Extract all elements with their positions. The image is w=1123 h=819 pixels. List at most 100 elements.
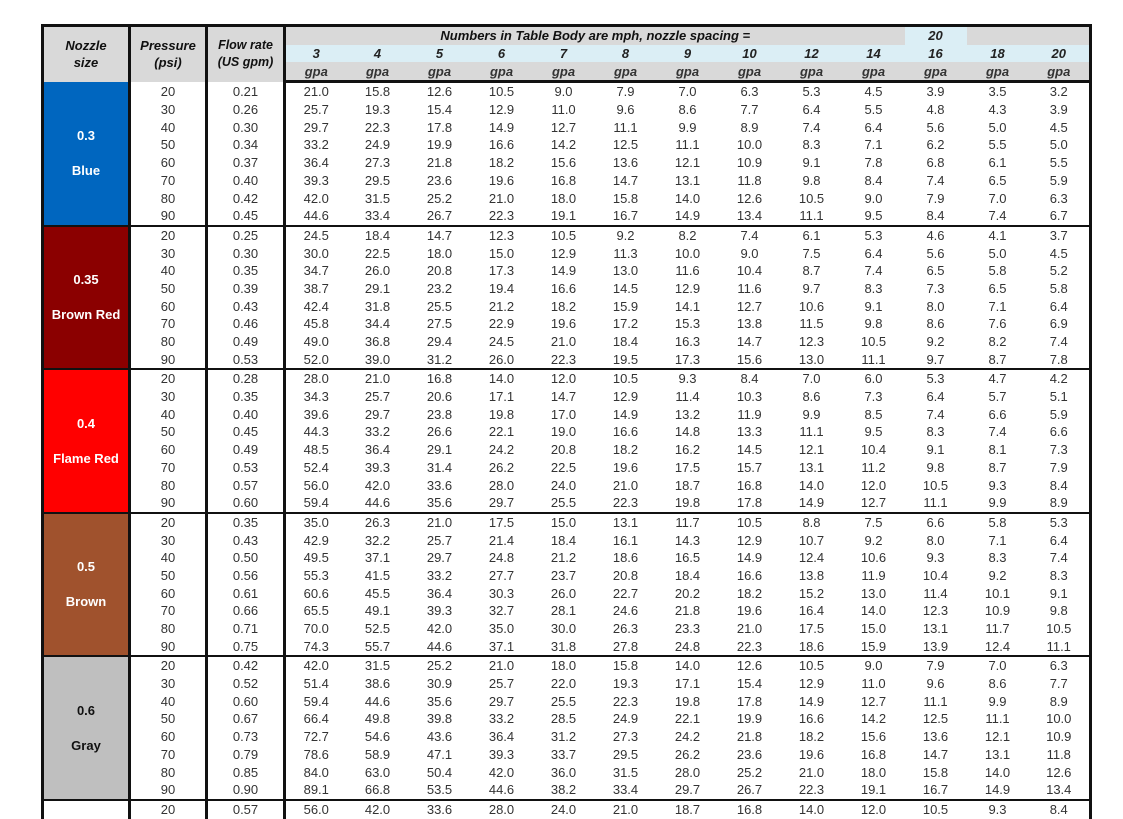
nozzle-size-cell: 0.6 Gray — [41, 656, 131, 801]
nozzle-color-name: Flame Red — [53, 450, 119, 466]
speed-value-cell: 26.3 — [612, 621, 639, 637]
nozzle-spacing-value[interactable]: 20 — [904, 23, 967, 45]
speed-header-20mph: 20 — [1028, 44, 1092, 63]
speed-value-cell: 39.3 — [303, 172, 329, 188]
speed-value-cell: 14.0 — [984, 764, 1011, 780]
speed-value-cell: 8.4 — [864, 172, 883, 188]
speed-value-cell: 18.0 — [426, 245, 453, 261]
speed-value-cell: 33.7 — [550, 746, 577, 762]
speed-value-cell: 4.5 — [1028, 118, 1092, 137]
speed-value-cell: 20.8 — [426, 263, 453, 279]
table-row: 30 0.26 25.7 19.3 15.4 12.9 11.0 9.6 8.6 7.7 6.4 5.… — [43, 100, 1092, 119]
speed-value-cell: 11.6 — [737, 280, 762, 296]
speed-value-cell: 5.8 — [988, 514, 1007, 530]
speed-value-cell: 12.3 — [488, 227, 515, 243]
speed-value-cell: 25.5 — [550, 693, 577, 709]
speed-value-cell: 8.1 — [988, 442, 1007, 458]
speed-value-cell: 66.4 — [303, 711, 329, 727]
speed-value-cell: 16.5 — [674, 550, 701, 566]
flow-rate-value: 0.66 — [206, 602, 286, 620]
flow-rate-value: 0.42 — [206, 189, 286, 207]
table-row: 40 0.50 49.5 37.1 29.7 24.8 21.2 18.6 16.5 14.9 12… — [43, 548, 1092, 567]
unit-label: gpa — [532, 62, 595, 84]
speed-value-cell: 23.7 — [550, 567, 577, 583]
speed-value-cell: 8.6 — [988, 676, 1007, 692]
speed-value-cell: 18.0 — [860, 764, 887, 780]
speed-value-cell: 12.7 — [550, 119, 577, 135]
speed-value-cell: 11.8 — [1028, 745, 1092, 764]
table-row: 0.5 Brown 20 0.35 35.0 26.3 21.0 17.5 15.0 13.1 11… — [41, 512, 1092, 658]
speed-value-cell: 24.8 — [488, 550, 515, 566]
speed-value-cell: 27.5 — [426, 316, 453, 332]
speed-value-cell: 7.4 — [1028, 332, 1092, 351]
flow-rate-value: 0.75 — [206, 637, 286, 658]
speed-value-cell: 18.0 — [550, 658, 577, 674]
flow-rate-value: 0.46 — [206, 315, 286, 333]
speed-value-cell: 21.2 — [550, 550, 577, 566]
speed-value-cell: 12.3 — [798, 334, 825, 350]
speed-value-cell: 14.0 — [798, 477, 825, 493]
flow-rate-value: 0.73 — [206, 727, 286, 746]
speed-value-cell: 12.7 — [736, 298, 763, 314]
speed-value-cell: 9.0 — [864, 190, 883, 206]
speed-value-cell: 24.9 — [364, 137, 391, 153]
speed-value-cell: 45.5 — [364, 585, 391, 601]
speed-value-cell: 8.5 — [864, 406, 883, 422]
speed-value-cell: 32.7 — [488, 603, 515, 619]
pressure-value: 60 — [129, 153, 208, 172]
table-row: 60 0.37 36.4 27.3 21.8 18.2 15.6 13.6 12.1 10.9 9.… — [43, 153, 1092, 172]
speed-value-cell: 13.8 — [798, 567, 825, 583]
speed-value-cell: 8.6 — [802, 389, 821, 405]
speed-value-cell: 22.3 — [532, 350, 595, 371]
speed-value-cell: 24.5 — [488, 334, 515, 350]
speed-value-cell: 23.6 — [736, 746, 763, 762]
speed-value-cell: 36.4 — [303, 155, 329, 171]
speed-value-cell: 3.9 — [1028, 100, 1092, 119]
speed-value-cell: 12.6 — [1028, 763, 1092, 781]
flow-rate-value: 0.42 — [206, 656, 286, 675]
speed-value-cell: 19.6 — [612, 459, 639, 475]
table-header: Nozzle size Pressure (psi) Flow rate (US… — [41, 23, 1092, 84]
speed-value-cell: 19.6 — [798, 746, 825, 762]
table-row: 50 0.45 44.3 33.2 26.6 22.1 19.0 16.6 14.8 13.3 11… — [43, 423, 1092, 441]
speed-value-cell: 8.3 — [1028, 566, 1092, 585]
speed-value-cell: 6.4 — [1028, 297, 1092, 315]
flow-rate-value: 0.90 — [206, 780, 286, 801]
speed-value-cell: 7.4 — [966, 206, 1029, 227]
speed-value-cell: 8.4 — [1028, 799, 1092, 819]
pressure-value: 90 — [129, 206, 208, 227]
table-row: 0.4 Flame Red 20 0.28 28.0 21.0 16.8 14.0 12.0 10… — [41, 369, 1092, 514]
speed-value-cell: 49.8 — [364, 711, 391, 727]
speed-value-cell: 11.7 — [675, 514, 700, 530]
speed-value-cell: 27.8 — [594, 637, 657, 658]
speed-value-cell: 7.7 — [1028, 674, 1092, 693]
table-row: 30 0.43 42.9 32.2 25.7 21.4 18.4 16.1 14.3 12.9 10… — [43, 531, 1092, 549]
table-row: 80 0.85 84.0 63.0 50.4 42.0 36.0 31.5 28.0 25.2 21… — [43, 763, 1092, 781]
speed-value-cell: 12.5 — [612, 137, 639, 153]
speed-value-cell: 13.0 — [860, 585, 887, 601]
speed-value-cell: 6.6 — [988, 406, 1007, 422]
speed-value-cell: 19.6 — [550, 316, 577, 332]
speed-value-cell: 28.0 — [488, 477, 515, 493]
speed-header-16mph: 16 — [904, 44, 967, 63]
speed-value-cell: 23.2 — [426, 280, 453, 296]
speed-header-18mph: 18 — [966, 44, 1029, 63]
flow-rate-value: 0.35 — [206, 512, 286, 532]
speed-value-cell: 28.0 — [674, 764, 701, 780]
speed-value-cell: 22.5 — [364, 245, 391, 261]
speed-value-cell: 10.1 — [984, 585, 1011, 601]
speed-value-cell: 12.3 — [922, 603, 949, 619]
flow-rate-value: 0.45 — [206, 423, 286, 441]
speed-value-cell: 29.1 — [426, 442, 453, 458]
speed-value-cell: 22.3 — [612, 693, 639, 709]
speed-value-cell: 13.1 — [984, 746, 1011, 762]
speed-value-cell: 13.1 — [674, 172, 701, 188]
flow-rate-value: 0.25 — [206, 225, 286, 245]
speed-value-cell: 9.8 — [1028, 602, 1092, 620]
pressure-header-line1: Pressure — [140, 38, 196, 54]
speed-value-cell: 6.4 — [926, 389, 945, 405]
speed-value-cell: 11.3 — [613, 245, 638, 261]
speed-value-cell: 26.7 — [408, 206, 471, 227]
table-row: 40 0.40 39.6 29.7 23.8 19.8 17.0 14.9 13.2 11.9 9.… — [43, 405, 1092, 424]
speed-header-6mph: 6 — [470, 44, 533, 63]
